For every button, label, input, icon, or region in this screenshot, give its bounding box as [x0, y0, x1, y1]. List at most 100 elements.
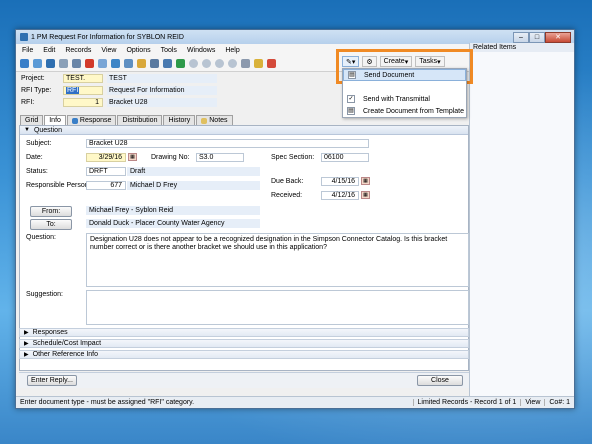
received-field[interactable]: 4/12/16: [321, 191, 359, 200]
responsible-id-field[interactable]: 677: [86, 181, 126, 190]
limited-records: Limited Records - Record 1 of 1: [412, 399, 521, 406]
schedule-cost-section[interactable]: ▶ Schedule/Cost Impact: [19, 339, 469, 348]
print-icon[interactable]: [150, 59, 159, 68]
subject-field[interactable]: Bracket U28: [86, 139, 369, 148]
question-label: Question:: [26, 234, 56, 241]
suggestion-textarea[interactable]: [86, 290, 469, 325]
enter-reply-button[interactable]: Enter Reply...: [27, 375, 77, 386]
other-reference-label: Other Reference Info: [32, 351, 98, 358]
attach-icon[interactable]: [163, 59, 172, 68]
status-name: Draft: [127, 167, 260, 176]
next-record-icon[interactable]: [215, 59, 224, 68]
rfi-window: 1 PM Request For Information for SYBLON …: [15, 29, 575, 409]
send-transmittal-item[interactable]: ✓ Send with Transmittal: [343, 93, 466, 105]
window-title: 1 PM Request For Information for SYBLON …: [31, 33, 184, 41]
menu-view[interactable]: View: [101, 47, 116, 54]
last-record-icon[interactable]: [228, 59, 237, 68]
menu-edit[interactable]: Edit: [43, 47, 55, 54]
tasks-label: Tasks: [419, 58, 438, 65]
collapse-icon: ▼: [24, 127, 30, 133]
company-number: Co#: 1: [544, 399, 574, 406]
from-button[interactable]: From:: [30, 206, 72, 217]
header-fields: Project: TEST. TEST RFI Type: RFI Reques…: [16, 72, 346, 108]
view-indicator: View: [520, 399, 544, 406]
prev-record-icon[interactable]: [202, 59, 211, 68]
rfi-number-field[interactable]: 1: [63, 97, 103, 107]
folder-icon[interactable]: [137, 59, 146, 68]
close-window-button[interactable]: ✕: [545, 31, 571, 43]
refresh-icon[interactable]: [46, 59, 55, 68]
question-section-header[interactable]: ▼ Question: [20, 126, 468, 135]
spellcheck-icon[interactable]: [176, 59, 185, 68]
tab-info[interactable]: Info: [44, 115, 66, 125]
calendar-icon[interactable]: ▦: [361, 191, 370, 199]
rfi-label: RFI:: [21, 98, 35, 106]
spec-label: Spec Section:: [271, 154, 315, 161]
other-reference-section[interactable]: ▶ Other Reference Info: [19, 350, 469, 359]
menu-options[interactable]: Options: [126, 47, 150, 54]
status-code-field[interactable]: DRFT: [86, 167, 126, 176]
create-from-template-label: Create Document from Template: [363, 107, 465, 115]
drawing-field[interactable]: S3.0: [196, 153, 244, 162]
tab-history[interactable]: History: [163, 115, 196, 125]
copy-icon[interactable]: [98, 59, 107, 68]
status-bar: Enter document type - must be assigned "…: [16, 396, 574, 408]
date-field[interactable]: 3/29/16: [86, 153, 126, 162]
tab-grid[interactable]: Grid: [20, 115, 44, 125]
related-items-header: Related Items: [470, 43, 574, 52]
save-icon[interactable]: [72, 59, 81, 68]
tools-button[interactable]: ⚙: [362, 56, 377, 67]
responses-section[interactable]: ▶ Responses: [19, 328, 469, 337]
send-document-label: Send Document: [364, 71, 415, 79]
rfi-type-field[interactable]: RFI: [63, 85, 103, 95]
link-icon[interactable]: [241, 59, 250, 68]
menu-records[interactable]: Records: [65, 47, 91, 54]
send-dropdown-button[interactable]: ✎ ▾: [342, 56, 360, 67]
close-button[interactable]: Close: [417, 375, 463, 386]
tab-distribution[interactable]: Distribution: [117, 115, 163, 125]
calendar-icon[interactable]: ▦: [361, 177, 370, 185]
expand-icon: ▶: [24, 330, 29, 336]
subject-label: Subject:: [26, 140, 52, 147]
rfi-type-name: Request For Information: [107, 85, 217, 95]
new-icon[interactable]: [59, 59, 68, 68]
project-code-field[interactable]: TEST.: [63, 73, 103, 83]
menu-windows[interactable]: Windows: [187, 47, 215, 54]
open-icon[interactable]: [20, 59, 29, 68]
question-textarea[interactable]: Designation U28 does not appear to be a …: [86, 233, 469, 287]
menu-file[interactable]: File: [22, 47, 33, 54]
search-icon[interactable]: [124, 59, 133, 68]
send-transmittal-label: Send with Transmittal: [363, 95, 430, 103]
first-record-icon[interactable]: [189, 59, 198, 68]
tab-notes[interactable]: Notes: [196, 115, 233, 125]
related-items-panel: Related Items: [469, 43, 574, 398]
expand-icon: ▶: [24, 352, 29, 358]
menu-help[interactable]: Help: [225, 47, 239, 54]
schedule-cost-label: Schedule/Cost Impact: [32, 340, 102, 347]
binoculars-icon[interactable]: [33, 59, 42, 68]
menu-tools[interactable]: Tools: [161, 47, 177, 54]
spec-field[interactable]: 06100: [321, 153, 369, 162]
responsible-name: Michael D Frey: [127, 181, 260, 190]
lock-icon[interactable]: [254, 59, 263, 68]
calendar-icon[interactable]: ▦: [128, 153, 137, 161]
rfi-name: Bracket U28: [107, 97, 217, 107]
highlighted-toolbar: ✎ ▾ ⚙ Create ▾ Tasks ▾: [342, 55, 467, 68]
send-document-item[interactable]: ▤ Send Document: [343, 69, 466, 81]
tab-response[interactable]: Response: [66, 115, 117, 125]
response-icon: [71, 117, 78, 124]
to-value: Donald Duck - Placer County Water Agency: [86, 219, 260, 228]
footer-bar: Enter Reply... Close: [19, 372, 469, 388]
due-back-field[interactable]: 4/15/16: [321, 177, 359, 186]
maximize-button[interactable]: □: [529, 31, 545, 43]
expand-icon: ▶: [24, 341, 29, 347]
report-icon[interactable]: [267, 59, 276, 68]
minimize-button[interactable]: –: [513, 31, 529, 43]
tasks-button[interactable]: Tasks ▾: [415, 56, 445, 67]
to-button[interactable]: To:: [30, 219, 72, 230]
status-message: Enter document type - must be assigned "…: [20, 399, 195, 406]
sync-icon[interactable]: [111, 59, 120, 68]
create-from-template-item[interactable]: ▤ Create Document from Template: [343, 105, 466, 117]
create-button[interactable]: Create ▾: [379, 56, 413, 67]
delete-icon[interactable]: [85, 59, 94, 68]
